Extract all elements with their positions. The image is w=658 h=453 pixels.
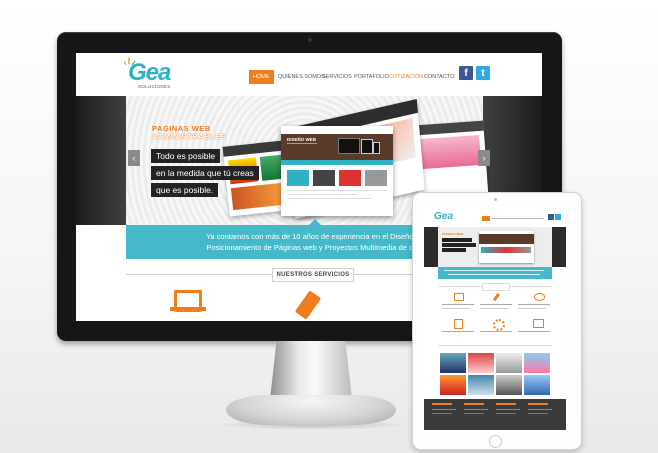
tablet-portfolio-divider (438, 345, 552, 346)
tablet-intro-line (448, 274, 540, 275)
tablet-portfolio-item[interactable] (440, 353, 466, 373)
tablet-service-text (480, 331, 512, 332)
tablet-logo[interactable]: Gea (434, 211, 453, 222)
tablet-service-text (480, 308, 508, 309)
tablet-laptop-icon (454, 293, 464, 301)
monitor-camera (308, 38, 312, 42)
tablet-screen-icon (533, 319, 544, 328)
mock-phone-icon (373, 142, 380, 154)
tablet-portfolio-item[interactable] (524, 375, 550, 395)
tablet-tagline (442, 243, 476, 247)
tablet-tagline (442, 248, 466, 252)
logo[interactable]: Gea (128, 59, 171, 87)
tablet-nav[interactable] (492, 218, 544, 219)
tablet-services-title (482, 283, 510, 291)
tablet-camera (494, 198, 497, 201)
mock-teal-band (281, 160, 393, 165)
slider-side-left (76, 96, 126, 225)
nav-home[interactable]: HOME (249, 70, 274, 84)
tablet-service-text (442, 308, 470, 309)
slider-prev-button[interactable]: ‹ (128, 150, 140, 166)
mock-tablet-icon (361, 139, 373, 154)
tablet-intro-band (438, 267, 552, 279)
slider-tagline-1: Todo es posible (151, 149, 221, 163)
slider-next-button[interactable]: › (478, 150, 490, 166)
mock-text-lines (287, 143, 317, 154)
facebook-icon[interactable]: f (459, 66, 473, 80)
slider-heading: PAGINAS WEB ADMINISTRABLES (152, 125, 226, 141)
tablet-eye-icon (534, 293, 545, 301)
laptop-base (170, 307, 206, 311)
tablet-portfolio-item[interactable] (496, 353, 522, 373)
tablet-intro-line (444, 270, 544, 271)
tablet-website-screen: Gea PAGINAS WEB (424, 207, 566, 430)
mock-monitor-icon (338, 138, 360, 154)
mock-thumb (287, 170, 309, 186)
tablet-mock-screen (479, 231, 534, 263)
monitor-base (226, 395, 396, 425)
tablet-mobile-icon (454, 319, 463, 329)
mock-thumb (339, 170, 361, 186)
tablet-slider-heading: PAGINAS WEB (442, 232, 464, 236)
tablet-service-text (442, 304, 474, 305)
tablet-twitter-icon[interactable] (555, 214, 561, 220)
monitor-stand (270, 341, 352, 399)
tablet-portfolio-item[interactable] (468, 375, 494, 395)
tablet-service-text (442, 331, 474, 332)
tablet-service-text (518, 304, 550, 305)
slider-heading-line2: ADMINISTRABLES (152, 132, 227, 141)
slider-tagline-3: que es posible. (151, 183, 219, 197)
slider-tagline-2: en la medida que tú creas (151, 166, 259, 180)
mock-site-main-screenshot: DISEÑO WEB (281, 126, 393, 216)
tablet-facebook-icon[interactable] (548, 214, 554, 220)
twitter-icon[interactable]: t (476, 66, 490, 80)
services-title: NUESTROS SERVICIOS (272, 268, 354, 282)
mock-thumb (365, 170, 387, 186)
tablet-nav-home[interactable] (482, 216, 490, 221)
nav-contacto[interactable]: CONTACTO (420, 70, 458, 84)
tablet-portfolio-item[interactable] (496, 375, 522, 395)
pencil-icon (294, 290, 322, 320)
logo-subtitle: SOLUCIONES (138, 84, 171, 89)
tablet-portfolio-item[interactable] (524, 353, 550, 373)
tablet-gear-icon (493, 319, 505, 331)
tablet-pencil-icon (492, 292, 501, 302)
mock-label: DISEÑO WEB (287, 137, 317, 142)
tablet-portfolio-item[interactable] (440, 375, 466, 395)
mock-thumb (313, 170, 335, 186)
tablet-service-text (518, 331, 550, 332)
intro-pointer (309, 219, 321, 225)
tablet-home-button[interactable] (489, 435, 502, 448)
tablet-footer (424, 399, 566, 430)
tablet-service-text (480, 304, 512, 305)
tablet-service-text (518, 308, 546, 309)
tablet-tagline (442, 238, 472, 242)
tablet-portfolio-item[interactable] (468, 353, 494, 373)
